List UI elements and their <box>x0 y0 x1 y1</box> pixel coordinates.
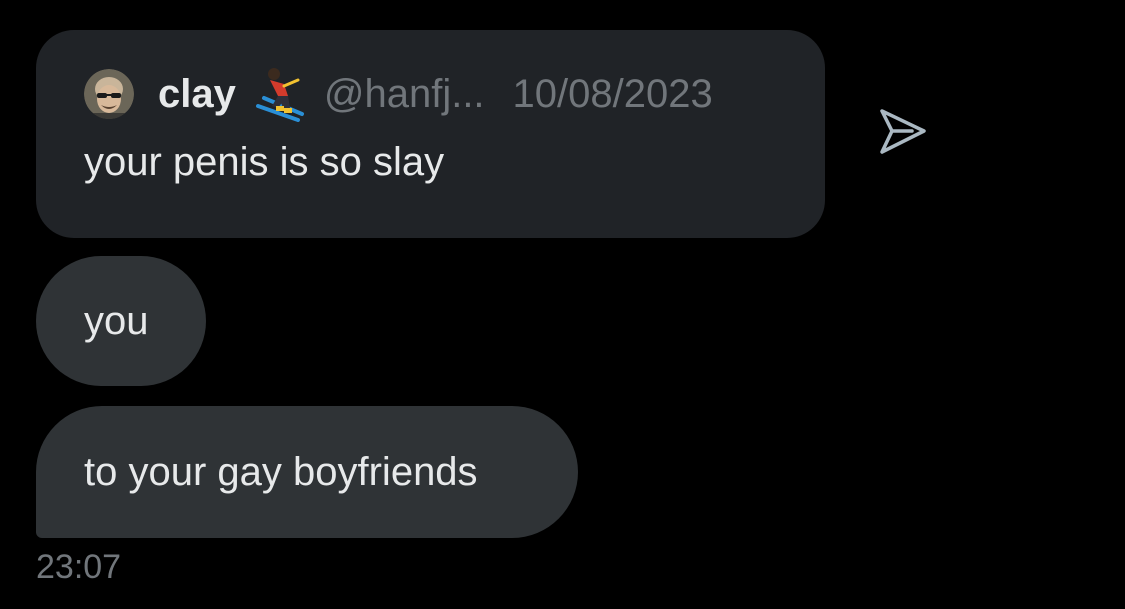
share-button[interactable] <box>872 104 932 164</box>
avatar[interactable] <box>84 69 134 119</box>
message-text: to your gay boyfriends <box>84 449 478 494</box>
send-arrow-icon <box>876 106 928 163</box>
quoted-message-date: 10/08/2023 <box>512 71 713 116</box>
dm-conversation: clay @hanfj... 10/08/2023 your penis is … <box>0 0 1125 609</box>
message-timestamp: 23:07 <box>36 548 122 586</box>
message-text: you <box>84 298 149 343</box>
author-handle[interactable]: @hanfj... <box>324 72 485 117</box>
quoted-message-card[interactable]: clay @hanfj... 10/08/2023 your penis is … <box>36 30 825 238</box>
skier-emoji-icon <box>254 66 306 122</box>
quoted-message-header: clay @hanfj... 10/08/2023 <box>84 66 713 122</box>
message-bubble[interactable]: to your gay boyfriends <box>36 406 578 538</box>
message-bubble[interactable]: you <box>36 256 206 386</box>
quoted-message-text: your penis is so slay <box>84 140 445 184</box>
author-name[interactable]: clay <box>158 72 236 117</box>
